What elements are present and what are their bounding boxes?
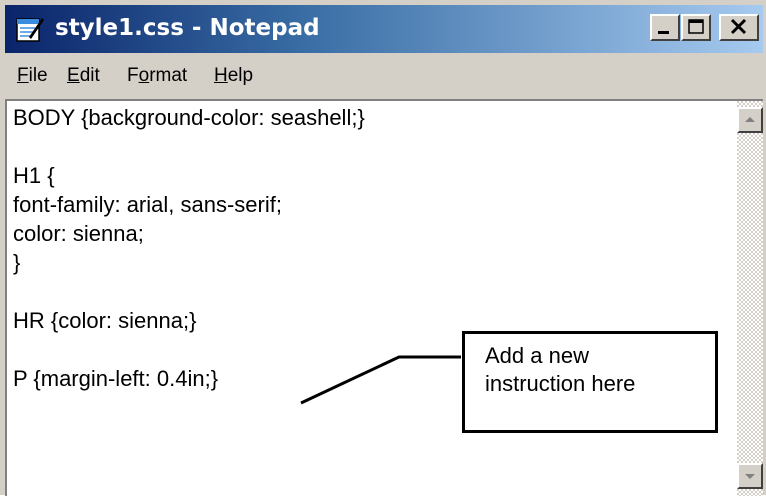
callout-text: Add a new instruction here: [485, 343, 636, 396]
title-bar[interactable]: style1.css - Notepad: [5, 5, 763, 53]
arrow-up-icon: [745, 117, 755, 122]
menu-format[interactable]: Format: [127, 63, 187, 89]
maximize-icon: [688, 19, 704, 34]
code-line: }: [13, 250, 21, 275]
menu-bar: File Edit Format Help: [5, 57, 763, 95]
notepad-window: style1.css - Notepad File Edit Format He…: [0, 0, 766, 496]
scroll-up-button[interactable]: [737, 107, 763, 133]
code-line: color: sienna;: [13, 221, 144, 246]
text-editor[interactable]: BODY {background-color: seashell;} H1 { …: [5, 99, 763, 496]
window-title: style1.css - Notepad: [55, 15, 320, 41]
menu-file[interactable]: File: [17, 63, 48, 89]
arrow-down-icon: [745, 474, 755, 479]
code-line: BODY {background-color: seashell;}: [13, 105, 365, 130]
vertical-scrollbar[interactable]: [737, 101, 763, 496]
close-button[interactable]: [719, 14, 759, 41]
minimize-icon: [658, 31, 669, 34]
editor-text[interactable]: BODY {background-color: seashell;} H1 { …: [13, 103, 733, 493]
code-line: H1 {: [13, 163, 55, 188]
close-icon: [730, 18, 747, 35]
maximize-button[interactable]: [681, 14, 711, 41]
notepad-icon[interactable]: [15, 15, 45, 43]
scroll-down-button[interactable]: [737, 463, 763, 489]
minimize-button[interactable]: [650, 14, 680, 41]
menu-edit[interactable]: Edit: [67, 63, 100, 89]
callout-box: Add a new instruction here: [462, 331, 718, 433]
menu-help[interactable]: Help: [214, 63, 253, 89]
code-line: font-family: arial, sans-serif;: [13, 192, 282, 217]
